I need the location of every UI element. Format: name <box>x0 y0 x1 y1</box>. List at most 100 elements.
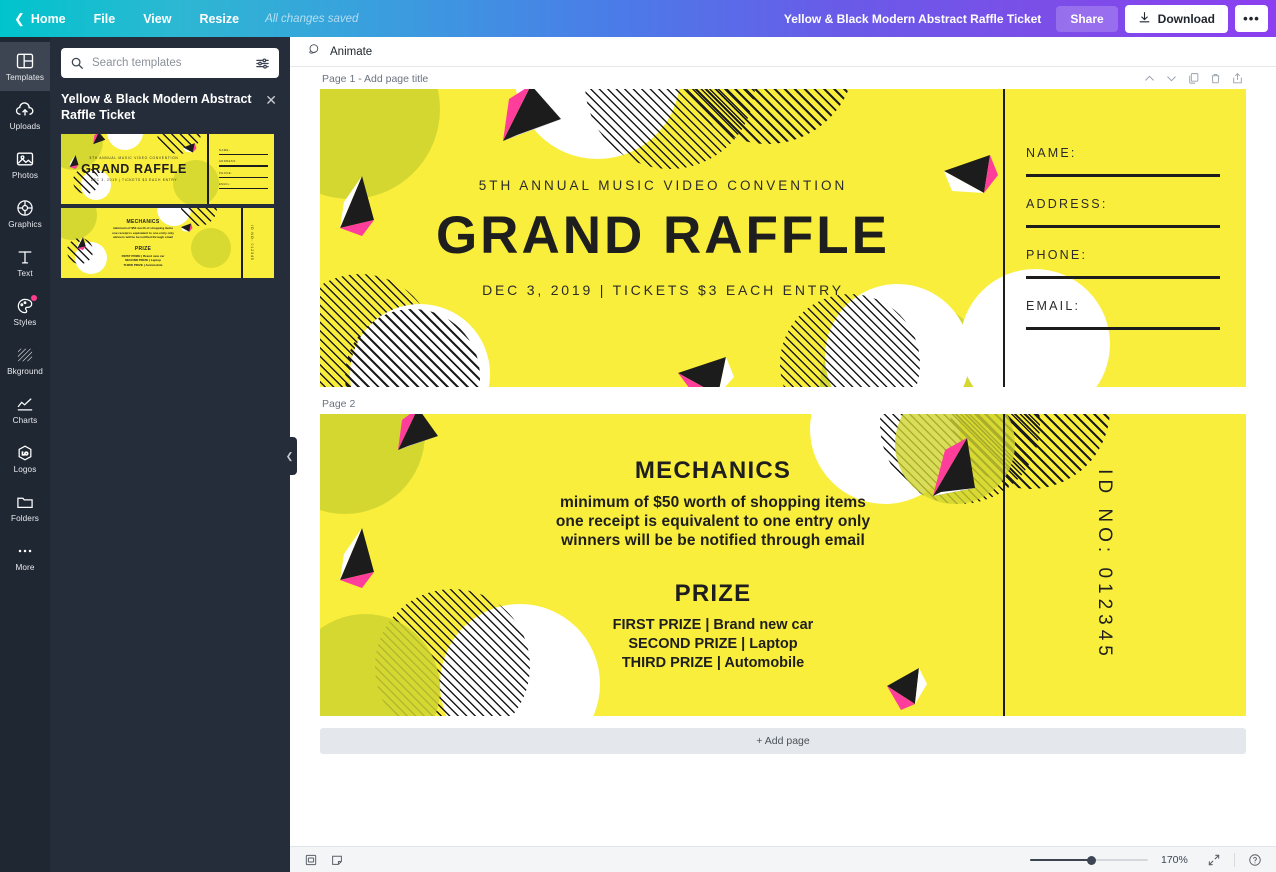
canvas-toolbar: Animate <box>290 37 1276 67</box>
graphics-icon <box>15 198 35 218</box>
download-icon <box>1138 11 1151 27</box>
top-header-bar: ❮ Home File View Resize All changes save… <box>0 0 1276 37</box>
sidebar-item-background[interactable]: Bkground <box>0 336 50 385</box>
filter-sliders-icon[interactable] <box>255 56 270 71</box>
page-manager-icon[interactable] <box>304 853 318 867</box>
more-options-button[interactable]: ••• <box>1235 5 1268 32</box>
template-thumbnail-list: 5TH ANNUAL MUSIC VIDEO CONVENTION GRAND … <box>61 134 274 278</box>
template-thumbnail-page-2[interactable]: MECHANICS minimum of $50 worth of shoppi… <box>61 208 274 278</box>
top-menu-group: ❮ Home File View Resize All changes save… <box>0 0 370 37</box>
mechanics-heading: MECHANICS <box>634 457 792 484</box>
text-icon <box>15 247 35 267</box>
panel-title: Yellow & Black Modern Abstract Raffle Ti… <box>61 92 252 122</box>
zoom-slider-knob[interactable] <box>1087 855 1096 865</box>
ticket-2-id-number: ID NO: 012345 <box>1094 469 1116 661</box>
sidebar-item-logos[interactable]: LO Logos <box>0 434 50 483</box>
duplicate-icon[interactable] <box>1187 72 1200 85</box>
menu-view[interactable]: View <box>129 0 185 37</box>
folders-icon <box>15 492 35 512</box>
mechanics-line-2: one receipt is equivalent to one entry o… <box>555 513 871 530</box>
document-title[interactable]: Yellow & Black Modern Abstract Raffle Ti… <box>784 12 1041 26</box>
logos-icon: LO <box>15 443 35 463</box>
field-label-name: NAME: <box>1026 146 1077 160</box>
sidebar-item-styles[interactable]: Styles <box>0 287 50 336</box>
download-button[interactable]: Download <box>1124 4 1228 33</box>
sidebar-label-folders: Folders <box>10 513 39 523</box>
mechanics-line-3: winners will be be notified through emai… <box>561 532 865 549</box>
field-label-email: EMAIL: <box>1026 299 1081 313</box>
expand-icon[interactable] <box>1207 853 1221 867</box>
sidebar-item-templates[interactable]: Templates <box>0 42 50 91</box>
prize-heading: PRIZE <box>674 580 752 607</box>
field-label-phone: PHONE: <box>1026 248 1088 262</box>
home-button[interactable]: ❮ Home <box>0 0 80 37</box>
zoom-slider-fill <box>1030 858 1092 861</box>
uploads-icon <box>15 100 35 120</box>
canva-editor: ❮ Home File View Resize All changes save… <box>0 0 1276 872</box>
sidebar-item-folders[interactable]: Folders <box>0 483 50 532</box>
menu-resize[interactable]: Resize <box>185 0 253 37</box>
styles-new-badge <box>31 295 37 301</box>
photos-icon <box>15 149 35 169</box>
add-page-button[interactable]: + Add page <box>320 728 1246 754</box>
ticket-page-2[interactable]: MECHANICS minimum of $50 worth of shoppi… <box>320 414 1246 716</box>
page-1-title[interactable]: Page 1 - Add page title <box>322 73 428 85</box>
move-down-icon[interactable] <box>1165 72 1178 85</box>
save-status: All changes saved <box>265 12 359 25</box>
pages-scroll-region[interactable]: Page 1 - Add page title 5TH ANNUAL MUSIC… <box>290 68 1276 847</box>
ticket-1-subtitle: 5TH ANNUAL MUSIC VIDEO CONVENTION <box>478 178 848 193</box>
move-up-icon[interactable] <box>1143 72 1156 85</box>
home-label: Home <box>30 11 66 26</box>
export-icon[interactable] <box>1231 72 1244 85</box>
sidebar-label-charts: Charts <box>12 415 38 425</box>
page-2-header: Page 2 <box>320 393 1246 414</box>
animate-button[interactable]: Animate <box>302 39 377 65</box>
sidebar-item-uploads[interactable]: Uploads <box>0 91 50 140</box>
zoom-level-value: 170% <box>1161 853 1188 866</box>
field-line-address <box>1026 225 1220 228</box>
sidebar-label-photos: Photos <box>11 170 39 180</box>
bottom-status-bar: 170% <box>290 846 1276 872</box>
sidebar-label-more: More <box>15 562 35 572</box>
ticket-1-date: DEC 3, 2019 | TICKETS $3 EACH ENTRY <box>482 282 844 298</box>
sidebar-label-uploads: Uploads <box>9 121 41 131</box>
prize-line-1: FIRST PRIZE | Brand new car <box>612 617 814 633</box>
sidebar-item-text[interactable]: Text <box>0 238 50 287</box>
sidebar-item-graphics[interactable]: Graphics <box>0 189 50 238</box>
close-icon[interactable]: ✕ <box>265 93 277 107</box>
sidebar-item-photos[interactable]: Photos <box>0 140 50 189</box>
search-templates-box[interactable] <box>61 48 279 78</box>
page-2-title[interactable]: Page 2 <box>322 398 355 410</box>
share-button[interactable]: Share <box>1056 5 1118 32</box>
sidebar-label-templates: Templates <box>5 72 45 82</box>
chevron-left-icon: ❮ <box>14 11 25 26</box>
field-line-phone <box>1026 276 1220 279</box>
page-1-tools <box>1143 72 1244 85</box>
template-thumbnail-page-1[interactable]: 5TH ANNUAL MUSIC VIDEO CONVENTION GRAND … <box>61 134 274 204</box>
panel-collapse-handle[interactable]: ❮ <box>282 437 297 475</box>
bottom-divider <box>1234 852 1235 867</box>
bottom-left-tools <box>290 853 344 867</box>
help-icon[interactable] <box>1248 853 1262 867</box>
sidebar-label-text: Text <box>17 268 33 278</box>
download-label: Download <box>1157 11 1215 26</box>
field-line-name <box>1026 174 1220 177</box>
background-icon <box>15 345 35 365</box>
sidebar-item-charts[interactable]: Charts <box>0 385 50 434</box>
panel-header: Yellow & Black Modern Abstract Raffle Ti… <box>61 92 279 123</box>
svg-text:LO: LO <box>22 451 29 456</box>
zoom-slider[interactable] <box>1030 853 1148 867</box>
sidebar-label-background: Bkground <box>7 366 43 376</box>
search-input[interactable] <box>92 57 255 69</box>
ticket-1-title: GRAND RAFFLE <box>435 206 891 265</box>
prize-line-2: SECOND PRIZE | Laptop <box>628 636 798 652</box>
sidebar-item-more[interactable]: More <box>0 532 50 581</box>
field-label-address: ADDRESS: <box>1026 197 1108 211</box>
ticket-page-1[interactable]: 5TH ANNUAL MUSIC VIDEO CONVENTION GRAND … <box>320 89 1246 387</box>
delete-icon[interactable] <box>1209 72 1222 85</box>
menu-file[interactable]: File <box>80 0 130 37</box>
notes-icon[interactable] <box>330 853 344 867</box>
mechanics-line-1: minimum of $50 worth of shopping items <box>559 494 867 511</box>
templates-panel: Yellow & Black Modern Abstract Raffle Ti… <box>50 37 290 872</box>
sidebar-label-logos: Logos <box>13 464 37 474</box>
